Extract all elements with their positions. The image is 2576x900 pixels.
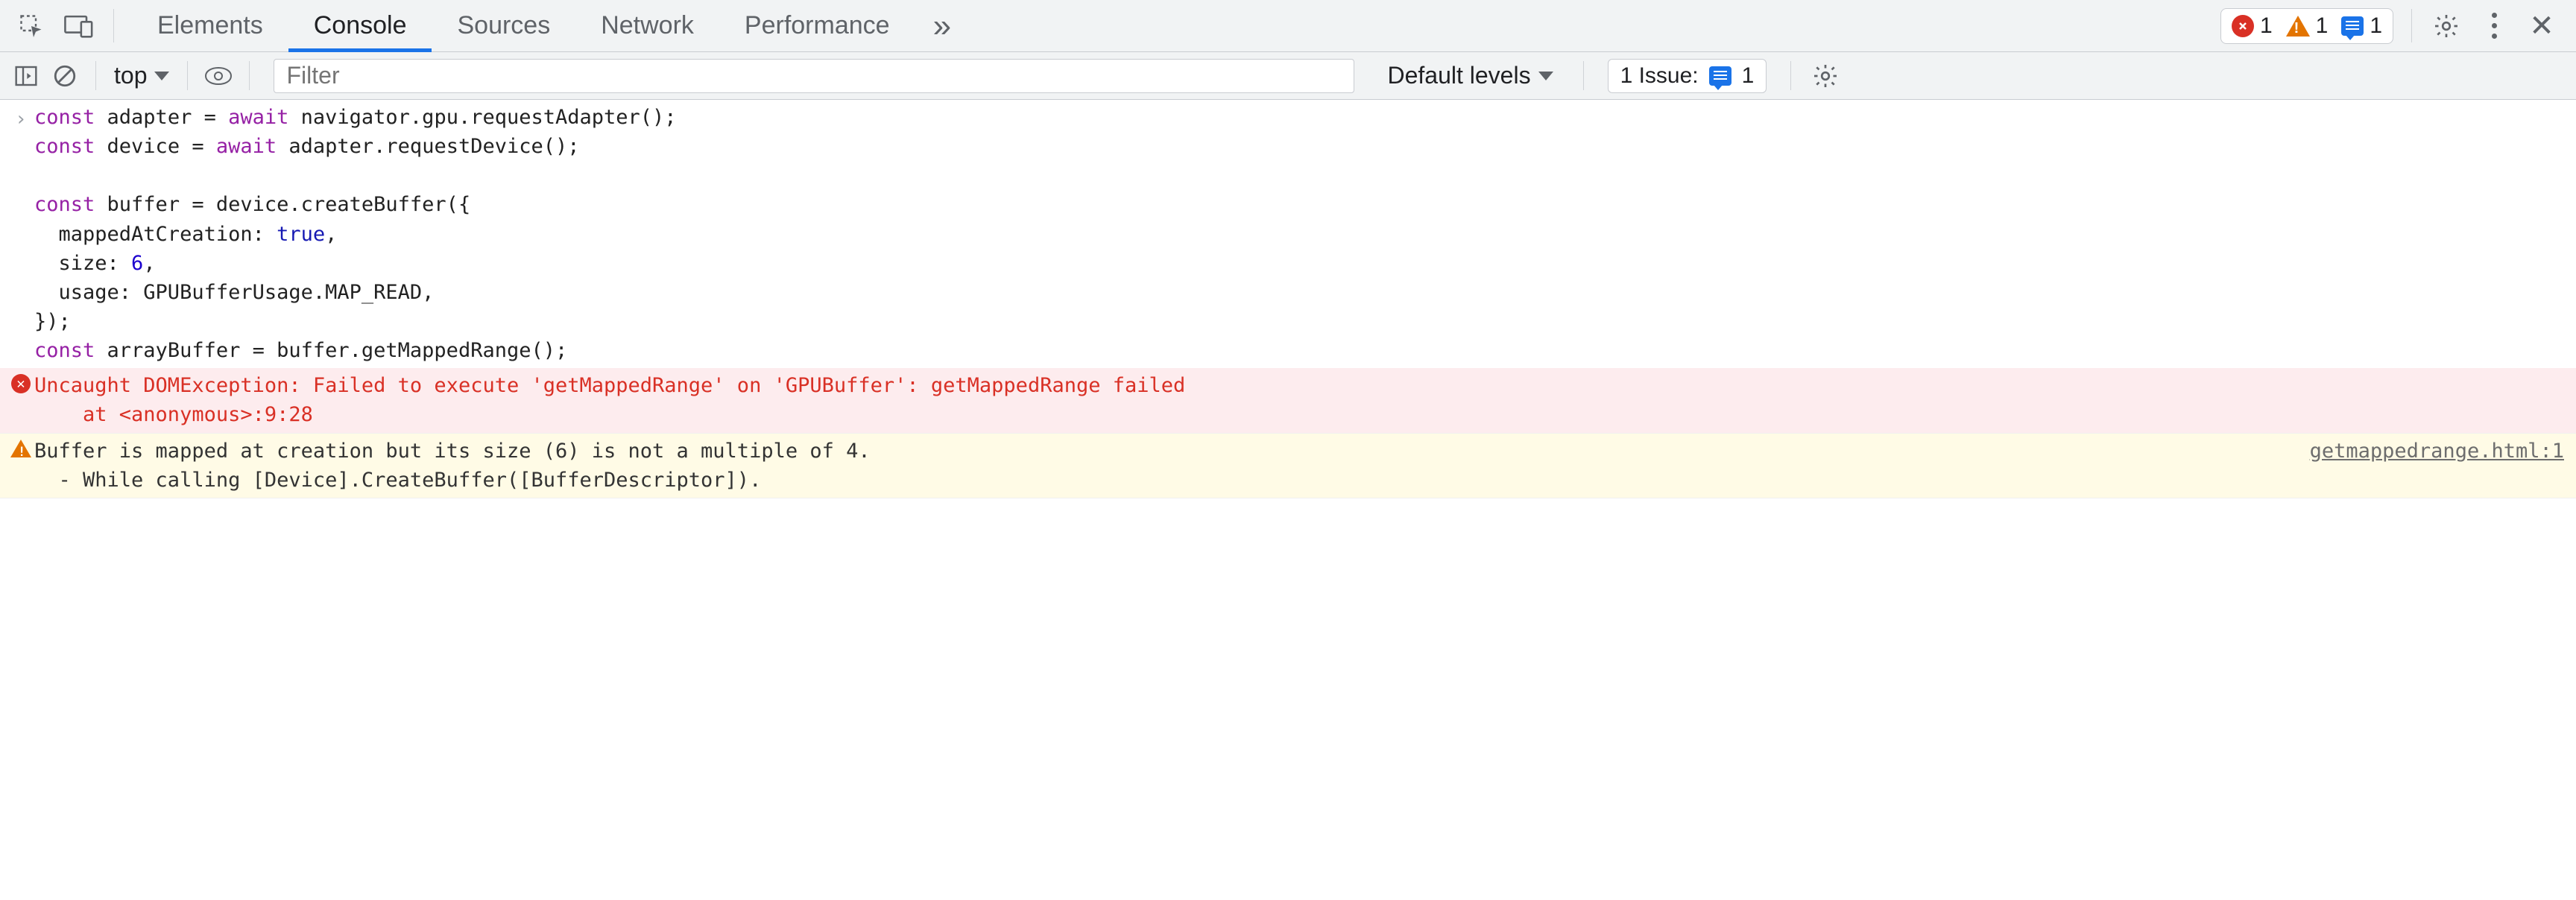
- console-toolbar: top Default levels 1 Issue: 1: [0, 52, 2576, 100]
- tab-label: Console: [314, 11, 407, 40]
- tab-label: Performance: [745, 11, 890, 40]
- caret-down-icon: [1538, 72, 1553, 80]
- console-messages: › const adapter = await navigator.gpu.re…: [0, 100, 2576, 498]
- context-label: top: [114, 62, 147, 89]
- caret-down-icon: [154, 72, 169, 80]
- levels-label: Default levels: [1387, 62, 1530, 89]
- live-expression-icon[interactable]: [198, 52, 239, 100]
- warning-icon: [10, 440, 31, 457]
- settings-icon[interactable]: [2422, 2, 2470, 50]
- prompt-icon: ›: [7, 103, 34, 365]
- message-counts[interactable]: 1 1 1: [2220, 8, 2393, 44]
- tab-elements[interactable]: Elements: [132, 0, 288, 51]
- separator: [95, 61, 96, 90]
- console-warning-row[interactable]: getmappedrange.html:1Buffer is mapped at…: [0, 434, 2576, 498]
- issues-button[interactable]: 1 Issue: 1: [1608, 59, 1767, 93]
- warning-count-value: 1: [2316, 13, 2329, 39]
- tab-label: Elements: [157, 11, 263, 40]
- error-icon: [2232, 15, 2254, 37]
- error-count[interactable]: 1: [2232, 13, 2273, 39]
- warning-gutter: [7, 437, 34, 495]
- right-tool-group: 1 1 1 ✕: [2220, 0, 2576, 51]
- issues-label: 1 Issue:: [1620, 63, 1699, 89]
- console-error-row[interactable]: ✕ Uncaught DOMException: Failed to execu…: [0, 368, 2576, 433]
- error-icon: ✕: [11, 374, 31, 393]
- separator: [249, 61, 250, 90]
- error-gutter: ✕: [7, 371, 34, 429]
- warning-text: getmappedrange.html:1Buffer is mapped at…: [34, 437, 2564, 495]
- tab-console[interactable]: Console: [288, 0, 432, 51]
- info-count-value: 1: [2370, 13, 2382, 39]
- issues-count: 1: [1742, 63, 1755, 89]
- tab-sources[interactable]: Sources: [432, 0, 575, 51]
- error-count-value: 1: [2260, 13, 2273, 39]
- spacer: [965, 0, 2220, 51]
- source-link[interactable]: getmappedrange.html:1: [2310, 437, 2564, 466]
- tabs-overflow-button[interactable]: »: [915, 0, 965, 51]
- sidebar-toggle-icon[interactable]: [7, 52, 45, 100]
- tab-label: Sources: [457, 11, 550, 40]
- tab-performance[interactable]: Performance: [719, 0, 915, 51]
- separator: [1790, 61, 1791, 90]
- warning-count[interactable]: 1: [2286, 13, 2329, 39]
- log-levels-selector[interactable]: Default levels: [1368, 62, 1572, 89]
- chevrons-right-icon: »: [933, 7, 947, 45]
- separator: [113, 9, 114, 42]
- filter-input[interactable]: [286, 62, 1342, 89]
- info-icon: [1709, 66, 1731, 86]
- execution-context-selector[interactable]: top: [107, 62, 177, 89]
- info-count[interactable]: 1: [2341, 13, 2382, 39]
- warning-icon: [2286, 16, 2310, 37]
- more-menu-icon[interactable]: [2470, 2, 2518, 50]
- tab-network[interactable]: Network: [575, 0, 719, 51]
- separator: [187, 61, 188, 90]
- device-toolbar-icon[interactable]: [55, 2, 103, 50]
- close-icon[interactable]: ✕: [2518, 2, 2566, 50]
- clear-console-icon[interactable]: [45, 52, 85, 100]
- panel-tabs: Elements Console Sources Network Perform…: [132, 0, 965, 51]
- console-input-row[interactable]: › const adapter = await navigator.gpu.re…: [0, 100, 2576, 368]
- tab-label: Network: [601, 11, 694, 40]
- code-content: const adapter = await navigator.gpu.requ…: [34, 103, 2564, 365]
- devtools-tabstrip: Elements Console Sources Network Perform…: [0, 0, 2576, 52]
- console-settings-icon[interactable]: [1802, 52, 1849, 100]
- inspect-element-icon[interactable]: [7, 2, 55, 50]
- filter-box[interactable]: [274, 59, 1354, 93]
- error-text: Uncaught DOMException: Failed to execute…: [34, 371, 2564, 429]
- separator: [2411, 9, 2412, 42]
- separator: [1583, 61, 1584, 90]
- info-icon: [2341, 16, 2364, 36]
- left-tool-group: [0, 0, 132, 51]
